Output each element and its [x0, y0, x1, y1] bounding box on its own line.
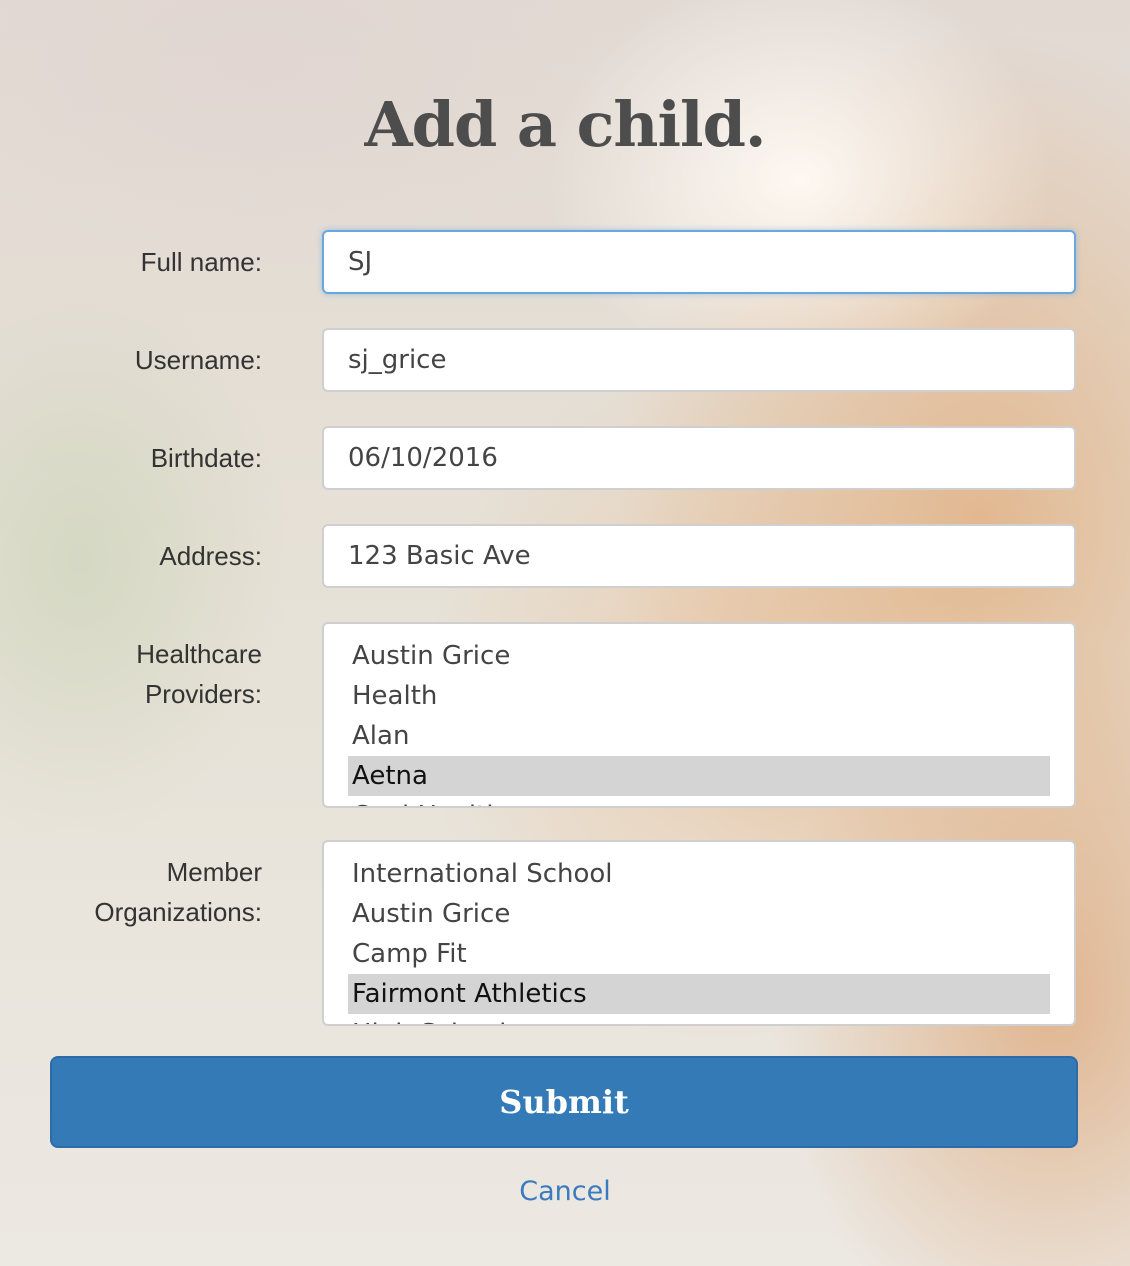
- member-organizations-select[interactable]: International School Austin Grice Camp F…: [322, 840, 1076, 1026]
- healthcare-providers-select[interactable]: Austin Grice Health Alan Aetna Cool Heal…: [322, 622, 1076, 808]
- address-label: Address:: [159, 541, 262, 571]
- healthcare-option[interactable]: Alan: [348, 716, 1050, 756]
- add-child-page: Add a child. Full name: SJ Username: sj_…: [0, 0, 1130, 1266]
- username-value: sj_grice: [348, 345, 447, 375]
- healthcare-option[interactable]: Cool Health: [348, 796, 1050, 806]
- page-title: Add a child.: [364, 88, 766, 161]
- address-input[interactable]: 123 Basic Ave: [322, 524, 1076, 588]
- submit-button[interactable]: Submit: [50, 1056, 1078, 1148]
- birthdate-label: Birthdate:: [150, 443, 262, 473]
- cancel-link[interactable]: Cancel: [0, 1176, 1130, 1207]
- organization-option[interactable]: Austin Grice: [348, 894, 1050, 934]
- username-label: Username:: [134, 345, 262, 375]
- full-name-value: SJ: [348, 247, 373, 277]
- member-organizations-label-line2: Organizations:: [94, 897, 262, 927]
- organization-option[interactable]: High School: [348, 1014, 1050, 1024]
- healthcare-option-selected[interactable]: Aetna: [348, 756, 1050, 796]
- organization-option-selected[interactable]: Fairmont Athletics: [348, 974, 1050, 1014]
- username-input[interactable]: sj_grice: [322, 328, 1076, 392]
- birthdate-input[interactable]: 06/10/2016: [322, 426, 1076, 490]
- organization-option[interactable]: Camp Fit: [348, 934, 1050, 974]
- address-value: 123 Basic Ave: [348, 541, 531, 571]
- full-name-input[interactable]: SJ: [322, 230, 1076, 294]
- member-organizations-label: Member Organizations:: [22, 852, 262, 932]
- member-organizations-label-line1: Member: [166, 857, 262, 887]
- healthcare-providers-label: Healthcare Providers:: [22, 634, 262, 714]
- organization-option[interactable]: International School: [348, 854, 1050, 894]
- birthdate-value: 06/10/2016: [348, 443, 498, 473]
- healthcare-providers-label-line2: Providers:: [144, 679, 262, 709]
- full-name-label: Full name:: [140, 247, 262, 277]
- healthcare-option[interactable]: Austin Grice: [348, 636, 1050, 676]
- healthcare-option[interactable]: Health: [348, 676, 1050, 716]
- healthcare-providers-label-line1: Healthcare: [136, 639, 262, 669]
